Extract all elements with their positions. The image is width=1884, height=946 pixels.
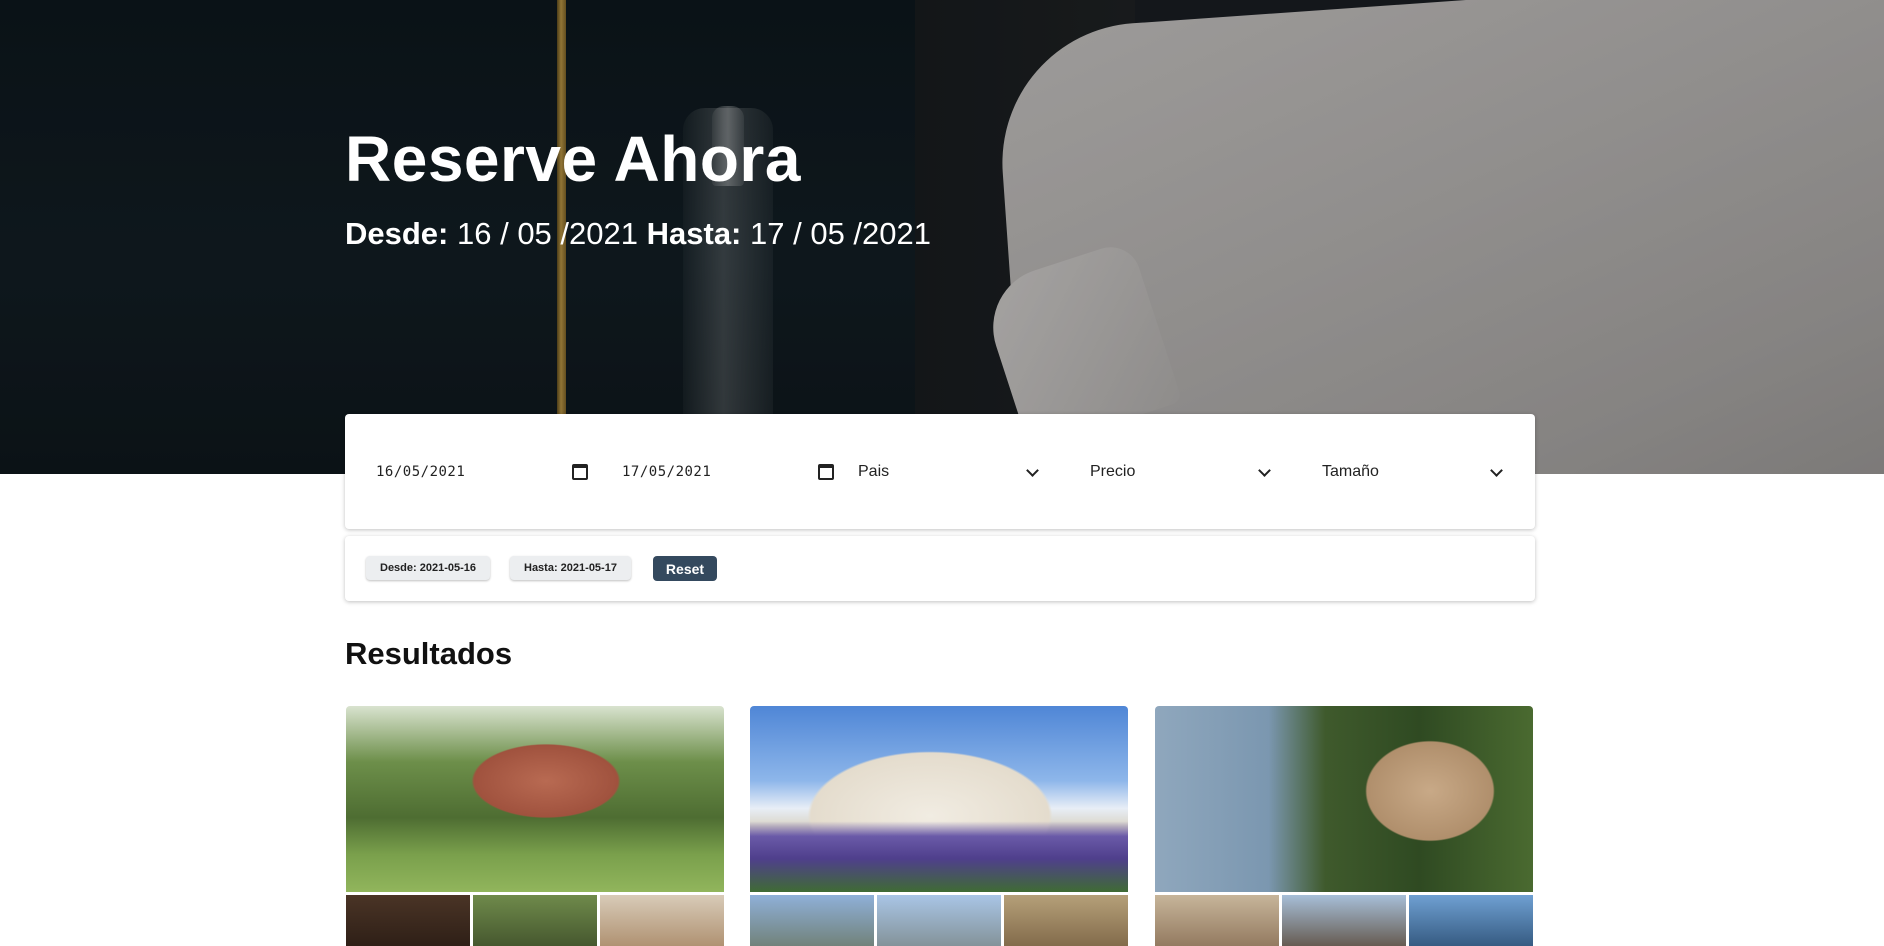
- chevron-down-icon: [1258, 463, 1271, 477]
- result-card[interactable]: [1155, 706, 1533, 946]
- hotel-main-photo[interactable]: [346, 706, 724, 892]
- hero-overlay: [0, 0, 1884, 474]
- hotel-thumbnail[interactable]: [1282, 895, 1406, 946]
- precio-select-value: Precio: [1090, 463, 1136, 480]
- pais-select-value: Pais: [858, 463, 890, 480]
- precio-select[interactable]: Precio: [1090, 457, 1273, 487]
- chevron-down-icon: [1026, 463, 1039, 477]
- hotel-thumbnail[interactable]: [346, 895, 470, 946]
- hasta-filter-chip[interactable]: Hasta: 2021-05-17: [510, 556, 631, 580]
- hero-date-range: Desde: 16 / 05 /2021 Hasta: 17 / 05 /202…: [345, 216, 931, 252]
- hotel-thumbnail[interactable]: [1155, 895, 1279, 946]
- reset-button[interactable]: Reset: [653, 556, 717, 581]
- hotel-thumbnail[interactable]: [877, 895, 1001, 946]
- hotel-main-photo[interactable]: [1155, 706, 1533, 892]
- result-card[interactable]: [750, 706, 1128, 946]
- calendar-icon[interactable]: [572, 464, 588, 480]
- hasta-value: 17 / 05 /2021: [750, 216, 932, 251]
- hotel-thumbnail[interactable]: [750, 895, 874, 946]
- desde-date-input[interactable]: 16/05/2021: [376, 457, 588, 487]
- hasta-date-input[interactable]: 17/05/2021: [622, 457, 834, 487]
- tamano-select[interactable]: Tamaño: [1322, 457, 1505, 487]
- calendar-icon[interactable]: [818, 464, 834, 480]
- hotel-main-photo[interactable]: [750, 706, 1128, 892]
- chevron-down-icon: [1490, 463, 1503, 477]
- hotel-thumbnail[interactable]: [600, 895, 724, 946]
- hotel-thumbnail[interactable]: [473, 895, 597, 946]
- hasta-date-value: 17/05/2021: [622, 464, 712, 480]
- hotel-thumbnail[interactable]: [1004, 895, 1128, 946]
- tamano-select-value: Tamaño: [1322, 463, 1379, 480]
- desde-label: Desde:: [345, 216, 449, 251]
- pais-select[interactable]: Pais: [858, 457, 1041, 487]
- desde-value: 16 / 05 /2021: [457, 216, 638, 251]
- hotel-thumbnail[interactable]: [1409, 895, 1533, 946]
- active-filters-bar: Desde: 2021-05-16 Hasta: 2021-05-17 Rese…: [345, 536, 1535, 601]
- result-card[interactable]: [346, 706, 724, 946]
- search-filter-bar: 16/05/2021 17/05/2021 Pais Precio Tamaño: [345, 414, 1535, 529]
- page-title: Reserve Ahora: [345, 123, 801, 195]
- hasta-label: Hasta:: [646, 216, 742, 251]
- hero-banner: Reserve Ahora Desde: 16 / 05 /2021 Hasta…: [0, 0, 1884, 474]
- desde-filter-chip[interactable]: Desde: 2021-05-16: [366, 556, 491, 580]
- desde-date-value: 16/05/2021: [376, 464, 466, 480]
- results-heading: Resultados: [345, 636, 513, 671]
